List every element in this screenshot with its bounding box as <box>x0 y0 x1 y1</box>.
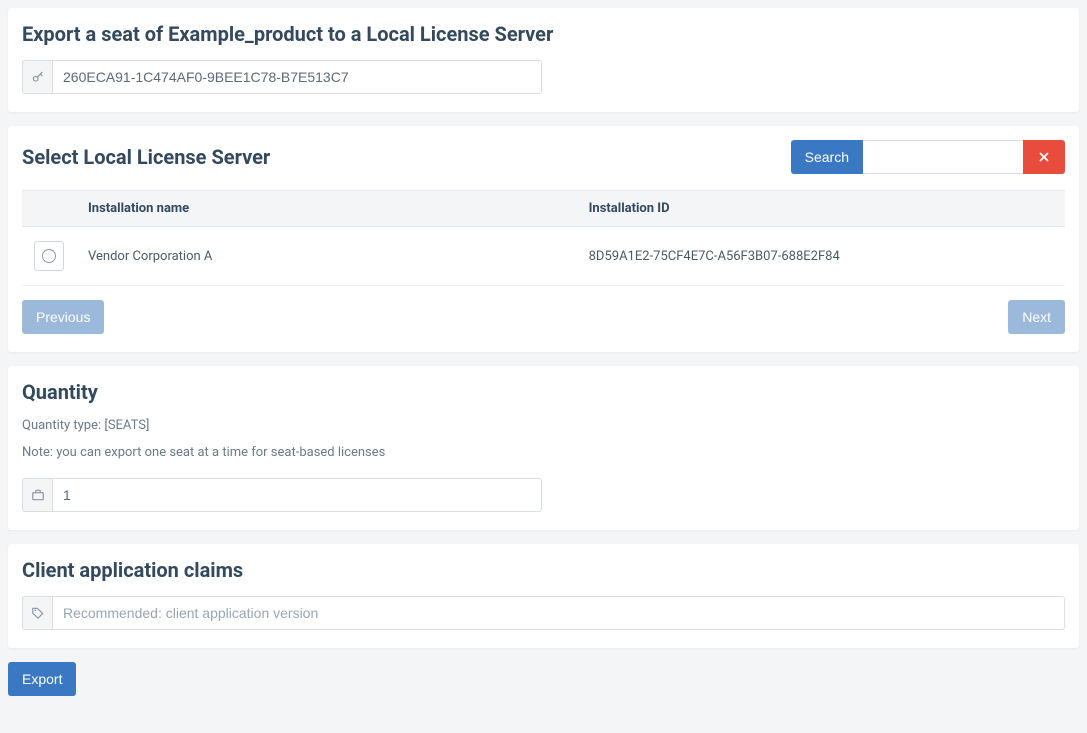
tag-icon <box>22 596 52 630</box>
quantity-input-group <box>22 478 542 512</box>
col-installation-name: Installation name <box>76 191 577 227</box>
briefcase-icon <box>22 478 52 512</box>
radio-icon <box>42 249 56 263</box>
search-button[interactable]: Search <box>791 140 863 174</box>
table-row: Vendor Corporation A 8D59A1E2-75CF4E7C-A… <box>22 227 1065 286</box>
server-table: Installation name Installation ID Vendor… <box>22 190 1065 286</box>
export-button[interactable]: Export <box>8 662 76 696</box>
select-server-title: Select Local License Server <box>22 145 270 169</box>
col-select <box>22 191 76 227</box>
export-header-card: Export a seat of Example_product to a Lo… <box>8 8 1079 112</box>
license-key-field[interactable] <box>52 60 542 94</box>
claims-field[interactable] <box>52 596 1065 630</box>
claims-title: Client application claims <box>22 558 1065 582</box>
quantity-note: Note: you can export one seat at a time … <box>22 445 1065 460</box>
next-button[interactable]: Next <box>1008 300 1065 334</box>
clear-search-button[interactable] <box>1023 140 1065 174</box>
close-icon <box>1037 150 1051 164</box>
select-server-card: Select Local License Server Search Insta… <box>8 126 1079 352</box>
footer-row: Export <box>8 662 1079 702</box>
search-group: Search <box>791 140 1065 174</box>
claims-card: Client application claims <box>8 544 1079 648</box>
pagination-row: Previous Next <box>22 300 1065 334</box>
quantity-title: Quantity <box>22 380 1065 404</box>
quantity-type-label: Quantity type: [SEATS] <box>22 418 1065 433</box>
previous-button[interactable]: Previous <box>22 300 104 334</box>
quantity-card: Quantity Quantity type: [SEATS] Note: yo… <box>8 366 1079 530</box>
page-title: Export a seat of Example_product to a Lo… <box>22 22 1065 46</box>
claims-input-group <box>22 596 1065 630</box>
row-select-radio[interactable] <box>34 241 64 271</box>
row-installation-name: Vendor Corporation A <box>76 227 577 286</box>
quantity-field[interactable] <box>52 478 542 512</box>
row-installation-id: 8D59A1E2-75CF4E7C-A56F3B07-688E2F84 <box>577 227 1065 286</box>
license-key-group <box>22 60 542 94</box>
search-input[interactable] <box>863 140 1023 174</box>
key-icon <box>22 60 52 94</box>
col-installation-id: Installation ID <box>577 191 1065 227</box>
select-server-header: Select Local License Server Search <box>22 140 1065 174</box>
